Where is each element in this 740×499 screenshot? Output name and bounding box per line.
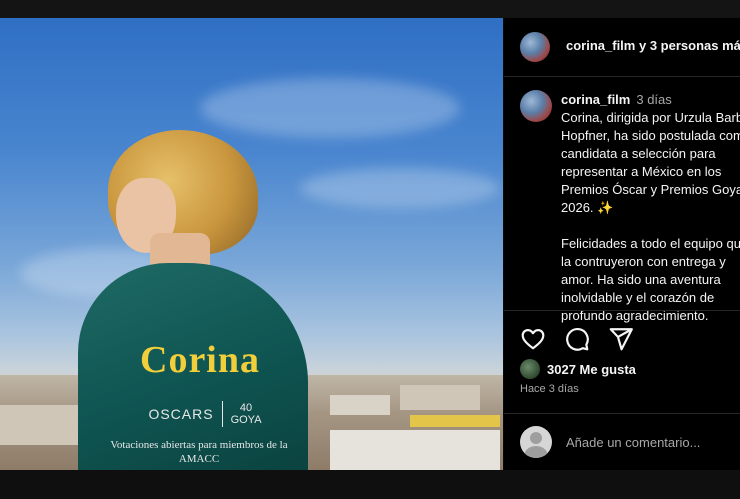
post-details-panel: corina_film y 3 personas más corina_film… bbox=[504, 18, 740, 470]
oscars-logo: OSCARS bbox=[148, 406, 214, 422]
post-header-usernames[interactable]: corina_film y 3 personas más bbox=[566, 38, 740, 53]
comment-divider bbox=[504, 413, 740, 414]
caption-avatar[interactable] bbox=[520, 90, 552, 122]
poster-subtitle: Votaciones abiertas para miembros de la … bbox=[110, 439, 288, 465]
header-avatar[interactable] bbox=[520, 32, 550, 62]
comment-icon[interactable] bbox=[564, 326, 590, 352]
goya-logo: 40 GOYA bbox=[231, 402, 262, 426]
logo-divider bbox=[221, 401, 223, 427]
caption-time[interactable]: 3 días bbox=[636, 92, 671, 107]
poster-title: Corina bbox=[140, 339, 260, 381]
caption-text: Corina, dirigida por Urzula Barba Hopfne… bbox=[561, 110, 740, 323]
awards-logos: OSCARS 40 GOYA bbox=[130, 398, 280, 430]
post-timestamp[interactable]: Hace 3 días bbox=[520, 383, 579, 395]
header-divider bbox=[504, 76, 740, 77]
top-bar bbox=[0, 0, 740, 18]
current-user-avatar bbox=[520, 426, 552, 458]
goya-logo-number: 40 bbox=[239, 402, 253, 414]
comment-box[interactable]: Añade un comentario... bbox=[520, 426, 700, 458]
goya-logo-text: GOYA bbox=[230, 414, 262, 426]
likes-row[interactable]: 3027 Me gusta bbox=[520, 359, 636, 379]
collaborators-text[interactable]: y 3 personas más bbox=[639, 38, 740, 53]
caption-header: corina_film 3 días bbox=[561, 92, 672, 107]
likes-count[interactable]: 3027 Me gusta bbox=[547, 362, 636, 377]
header-username[interactable]: corina_film bbox=[566, 38, 635, 53]
caption-username[interactable]: corina_film bbox=[561, 92, 630, 107]
comment-input[interactable]: Añade un comentario... bbox=[566, 435, 700, 450]
cloud bbox=[300, 168, 500, 208]
send-icon[interactable] bbox=[608, 326, 634, 352]
heart-icon[interactable] bbox=[520, 326, 546, 352]
liker-avatar[interactable] bbox=[520, 359, 540, 379]
post-image[interactable]: Corina OSCARS 40 GOYA Votaciones abierta… bbox=[0, 18, 503, 470]
caption-divider bbox=[504, 310, 740, 311]
cloud bbox=[200, 78, 460, 138]
action-bar bbox=[520, 326, 634, 352]
bottom-bar bbox=[0, 470, 740, 499]
